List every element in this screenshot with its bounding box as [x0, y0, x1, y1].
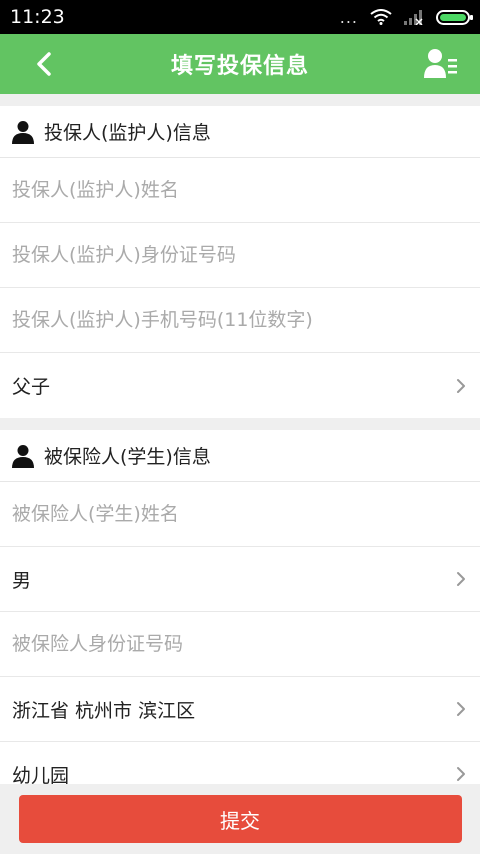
relation-value: 父子: [12, 376, 51, 398]
chevron-right-icon: [457, 702, 465, 716]
policyholder-phone-row: [0, 288, 480, 353]
status-bar: 11:23 ...: [0, 0, 480, 34]
wifi-icon: [370, 9, 392, 25]
region-value: 浙江省 杭州市 滨江区: [12, 699, 196, 722]
top-gap: [0, 94, 480, 106]
contact-card-icon: [424, 49, 457, 78]
gender-selector[interactable]: 男: [0, 547, 480, 612]
policyholder-name-row: [0, 158, 480, 223]
section-title: 被保险人(学生)信息: [44, 446, 211, 468]
policyholder-id-row: [0, 223, 480, 288]
battery-fill: [440, 13, 466, 21]
chevron-left-icon: [37, 52, 51, 76]
policyholder-id-input[interactable]: [12, 244, 468, 266]
person-icon: [12, 120, 34, 144]
footer-bar: 提交: [0, 784, 480, 854]
chevron-right-icon: [457, 767, 465, 781]
relation-selector[interactable]: 父子: [0, 353, 480, 418]
chevron-right-icon: [457, 572, 465, 586]
policyholder-phone-input[interactable]: [12, 309, 468, 331]
insured-id-row: [0, 612, 480, 677]
form-content[interactable]: 投保人(监护人)信息 父子 被保险人(学生)信息 男 浙江省 杭州市 滨江区: [0, 94, 480, 784]
school-type-selector[interactable]: 幼儿园: [0, 742, 480, 784]
region-selector[interactable]: 浙江省 杭州市 滨江区: [0, 677, 480, 742]
policyholder-name-input[interactable]: [12, 179, 468, 201]
notification-dots-icon: ...: [339, 7, 358, 27]
chevron-right-icon: [457, 378, 465, 393]
policyholder-section-header: 投保人(监护人)信息: [0, 106, 480, 158]
signal-icon: [404, 10, 423, 25]
gender-value: 男: [12, 569, 32, 592]
person-icon: [12, 444, 34, 468]
insured-name-input[interactable]: [12, 503, 468, 525]
contacts-button[interactable]: [422, 47, 462, 81]
section-title: 投保人(监护人)信息: [44, 122, 211, 144]
battery-icon: [436, 9, 473, 25]
submit-button[interactable]: 提交: [18, 795, 462, 843]
back-button[interactable]: [28, 48, 60, 80]
nav-bar: 填写投保信息: [0, 34, 480, 94]
insured-section-header: 被保险人(学生)信息: [0, 430, 480, 482]
clock: 11:23: [10, 6, 65, 28]
status-icons: ...: [339, 7, 473, 27]
school-type-value: 幼儿园: [12, 764, 70, 785]
insured-id-input[interactable]: [12, 633, 468, 655]
section-gap: [0, 418, 480, 430]
insured-name-row: [0, 482, 480, 547]
page-title: 填写投保信息: [170, 54, 309, 79]
